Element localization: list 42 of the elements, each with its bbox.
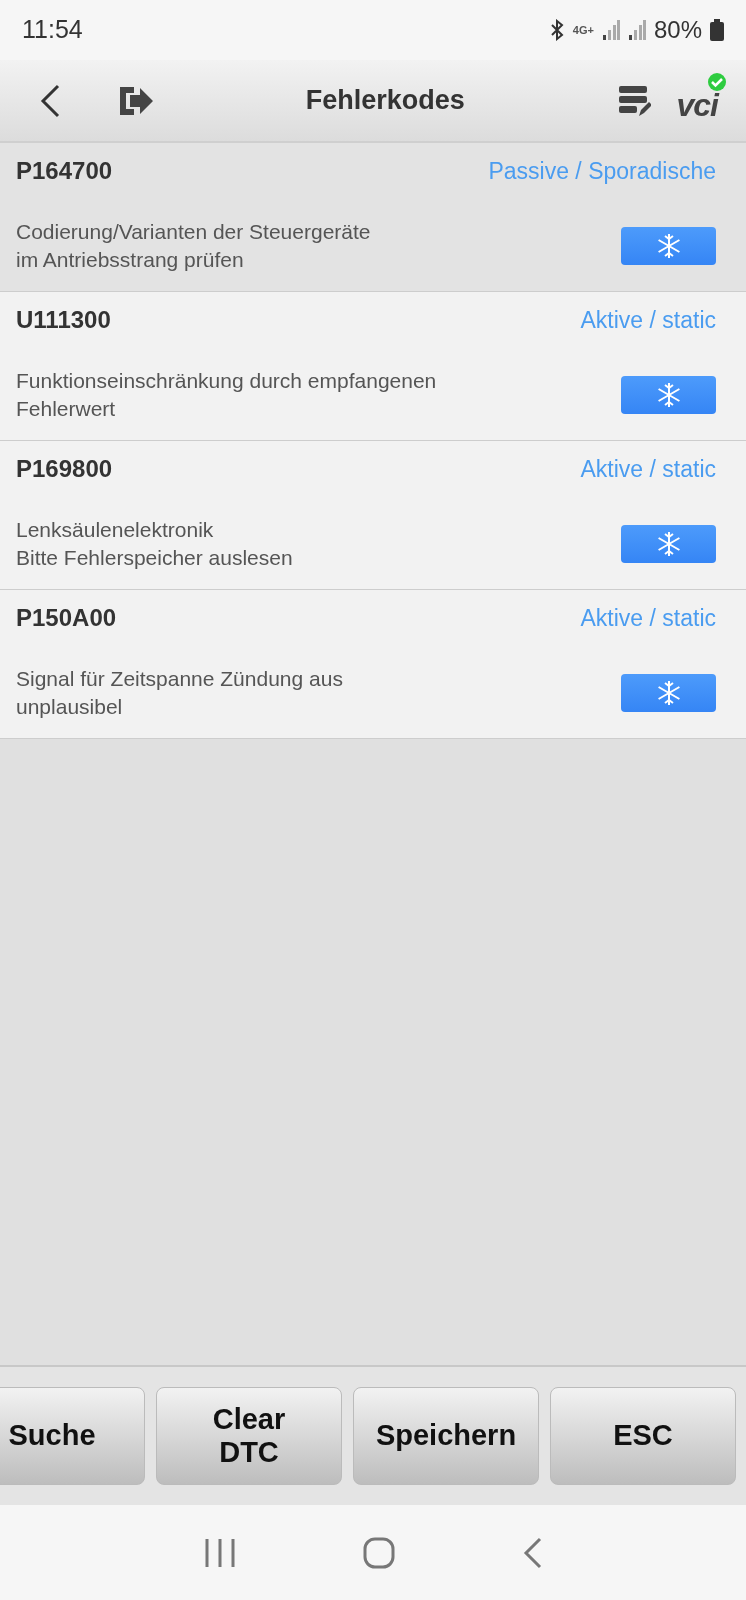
fault-status: Passive / Sporadische (488, 156, 716, 186)
network-type: 4G+ (572, 22, 594, 38)
snowflake-icon (655, 232, 682, 259)
fault-status: Aktive / static (580, 454, 716, 484)
battery-level: 80% (653, 15, 702, 45)
freeze-frame-button[interactable] (621, 673, 716, 712)
fault-status: Aktive / static (580, 305, 716, 335)
signal-icon (601, 20, 620, 40)
freeze-frame-button[interactable] (621, 226, 716, 265)
fault-description: Codierung/Varianten der Steuergeräte im Antriebsstrang prüfen (16, 219, 371, 273)
back-icon[interactable] (40, 83, 60, 118)
snowflake-icon (655, 381, 682, 408)
battery-icon (710, 19, 724, 41)
exit-icon[interactable] (118, 84, 154, 117)
recent-apps-icon[interactable] (203, 1537, 236, 1568)
vci-indicator[interactable]: vci (676, 72, 726, 129)
action-button[interactable]: Speichern (353, 1387, 539, 1485)
fault-description: Signal für Zeitspanne Zündung aus unplausibel (16, 666, 343, 720)
check-icon (708, 72, 726, 91)
action-button[interactable]: Clear DTC (156, 1387, 342, 1485)
fault-code: U111300 (16, 305, 111, 335)
fault-status: Aktive / static (580, 603, 716, 633)
report-icon[interactable] (616, 83, 651, 118)
screen-title: Fehlerkodes (304, 84, 466, 118)
fault-code: P169800 (16, 454, 113, 484)
action-button[interactable]: Suche (0, 1387, 145, 1485)
fault-code: P150A00 (16, 603, 117, 633)
action-button[interactable]: ESC (550, 1387, 736, 1485)
snowflake-icon (655, 679, 682, 706)
fault-code: P164700 (16, 156, 113, 186)
bluetooth-icon (548, 19, 565, 41)
fault-code-row[interactable]: U111300 Aktive / static Funktionseinschränkung durch empfangenen Fehlerwert (0, 292, 746, 441)
snowflake-icon (655, 530, 682, 557)
status-time: 11:54 (22, 14, 83, 46)
fault-description: Funktionseinschränkung durch empfangenen Fehlerwert (16, 368, 437, 422)
fault-description: Lenksäulenelektronik Bitte Fehlerspeicher auslesen (16, 517, 293, 571)
fault-code-row[interactable]: P169800 Aktive / static Lenksäulenelektronik Bitte Fehlerspeicher auslesen (0, 441, 746, 590)
freeze-frame-button[interactable] (621, 524, 716, 563)
signal-icon (627, 20, 646, 40)
home-icon[interactable] (363, 1536, 395, 1569)
freeze-frame-button[interactable] (621, 375, 716, 414)
fault-code-row[interactable]: P150A00 Aktive / static Signal für Zeitspanne Zündung aus unplausibel (0, 590, 746, 739)
